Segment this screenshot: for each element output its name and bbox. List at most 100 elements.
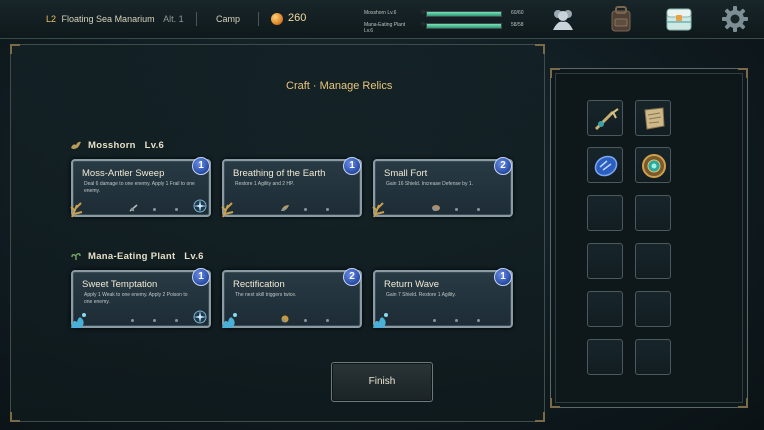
card-dot	[304, 319, 307, 322]
card-dot	[477, 319, 480, 322]
blue-crystal-icon	[594, 155, 618, 177]
antler-icon	[372, 202, 385, 218]
chest-icon[interactable]	[664, 4, 694, 34]
skill-description: The next skill triggers twice.	[235, 292, 297, 298]
relic-slot-empty[interactable]	[587, 195, 623, 231]
section-title: Mana-Eating Plant Lv.6	[88, 251, 204, 262]
cost-badge: 1	[494, 268, 512, 286]
party-icon[interactable]	[548, 4, 578, 34]
skill-description: Deal 6 damage to one enemy. Apply 1 Frai…	[84, 181, 195, 194]
section-header-mosshorn: Mosshorn Lv.6	[70, 140, 164, 151]
finish-button[interactable]: Finish	[331, 362, 433, 402]
gear-icon[interactable]	[720, 4, 750, 34]
card-dot	[282, 208, 285, 211]
card-dot	[153, 319, 156, 322]
heart-icon: ♡	[421, 22, 426, 28]
relic-slot-empty[interactable]	[635, 291, 671, 327]
cost-badge: 2	[343, 268, 361, 286]
card-dot	[455, 208, 458, 211]
card-dots	[274, 208, 344, 212]
panel-corner	[535, 412, 545, 422]
relic-slot-empty[interactable]	[587, 339, 623, 375]
location-name: Floating Sea Manarium	[61, 14, 155, 24]
panel-corner	[535, 44, 545, 54]
floor-level: L2	[46, 14, 57, 24]
card-dot	[131, 208, 134, 211]
section-header-mana-eating-plant: Mana-Eating Plant Lv.6	[70, 251, 204, 262]
skill-description: Gain 7 Shield. Restore 1 Agility.	[386, 292, 456, 298]
antler-icon	[70, 202, 83, 218]
skill-description: Gain 16 Shield. Increase Defense by 1.	[386, 181, 473, 187]
skill-name: Rectification	[233, 279, 285, 290]
skill-description: Restore 1 Agility and 2 HP.	[235, 181, 295, 187]
card-dot	[326, 208, 329, 211]
card-dot	[433, 208, 436, 211]
heart-icon: ♡	[421, 10, 426, 16]
skill-card[interactable]: Return Wave Gain 7 Shield. Restore 1 Agi…	[373, 268, 513, 328]
coin-count: 260	[288, 12, 307, 24]
panel-corner	[10, 412, 20, 422]
relic-slot-empty[interactable]	[635, 195, 671, 231]
skill-name: Sweet Temptation	[82, 279, 158, 290]
skill-name: Return Wave	[384, 279, 440, 290]
card-dots	[123, 208, 193, 212]
antler-staff-icon	[594, 108, 619, 131]
card-dot	[131, 319, 134, 322]
relic-slot-empty[interactable]	[635, 339, 671, 375]
skill-card[interactable]: Rectification The next skill triggers tw…	[222, 268, 362, 328]
party-hp-row: Mana-Eating Plant Lv.6 ♡ 58/58	[364, 21, 530, 34]
coin-icon	[271, 13, 283, 25]
skill-name: Breathing of the Earth	[233, 168, 326, 179]
antler-icon	[221, 202, 234, 218]
cost-badge: 2	[494, 157, 512, 175]
card-dots	[274, 319, 344, 323]
skill-card[interactable]: Moss-Antler Sweep Deal 6 damage to one e…	[70, 157, 211, 218]
divider	[196, 12, 197, 26]
card-dots	[425, 319, 495, 323]
skill-description: Apply 1 Weak to one enemy. Apply 2 Poiso…	[84, 292, 188, 305]
party-member-name: Mana-Eating Plant Lv.6	[364, 22, 406, 34]
skill-card[interactable]: Breathing of the Earth Restore 1 Agility…	[221, 157, 362, 218]
hp-value: 60/60	[511, 10, 524, 16]
relic-slot-empty[interactable]	[587, 291, 623, 327]
card-dot	[326, 319, 329, 322]
section-title: Mosshorn Lv.6	[88, 140, 165, 151]
water-splash-icon	[373, 313, 388, 328]
relic-slot[interactable]	[587, 100, 623, 136]
scroll-icon	[644, 107, 665, 130]
card-dot	[153, 208, 156, 211]
relic-slot[interactable]	[635, 147, 671, 183]
hp-value: 58/58	[511, 22, 524, 28]
party-hp-row: Mosshorn Lv.6 ♡ 60/60	[364, 9, 530, 17]
relic-slot-empty[interactable]	[635, 243, 671, 279]
altitude-label: Alt. 1	[163, 14, 184, 24]
skill-name: Small Fort	[384, 168, 428, 179]
location-label: L2 Floating Sea Manarium Alt. 1	[46, 14, 184, 24]
backpack-icon[interactable]	[606, 4, 636, 34]
water-splash-icon	[222, 313, 237, 328]
sparkle-icon	[193, 310, 207, 324]
card-dot	[304, 208, 307, 211]
cost-badge: 1	[192, 157, 210, 175]
relic-slot-empty[interactable]	[587, 243, 623, 279]
card-dot	[282, 319, 285, 322]
cost-badge: 1	[343, 157, 361, 175]
hp-bar	[426, 23, 502, 29]
card-dots	[425, 208, 495, 212]
card-dot	[433, 319, 436, 322]
top-bar: L2 Floating Sea Manarium Alt. 1 Camp 260…	[0, 0, 764, 39]
divider	[258, 12, 259, 26]
relic-slot[interactable]	[635, 100, 671, 136]
plant-icon	[71, 253, 81, 261]
skill-card[interactable]: Small Fort Gain 16 Shield. Increase Defe…	[372, 157, 513, 218]
skill-card[interactable]: Sweet Temptation Apply 1 Weak to one ene…	[71, 268, 211, 328]
water-splash-icon	[71, 313, 86, 328]
hp-bar	[426, 11, 502, 17]
card-dots	[123, 319, 193, 323]
page-title: Craft · Manage Relics	[286, 80, 393, 92]
camp-label: Camp	[216, 14, 241, 24]
ornate-amulet-icon	[642, 154, 666, 178]
relic-slot[interactable]	[587, 147, 623, 183]
mosshorn-icon	[71, 142, 81, 150]
card-dot	[175, 208, 178, 211]
